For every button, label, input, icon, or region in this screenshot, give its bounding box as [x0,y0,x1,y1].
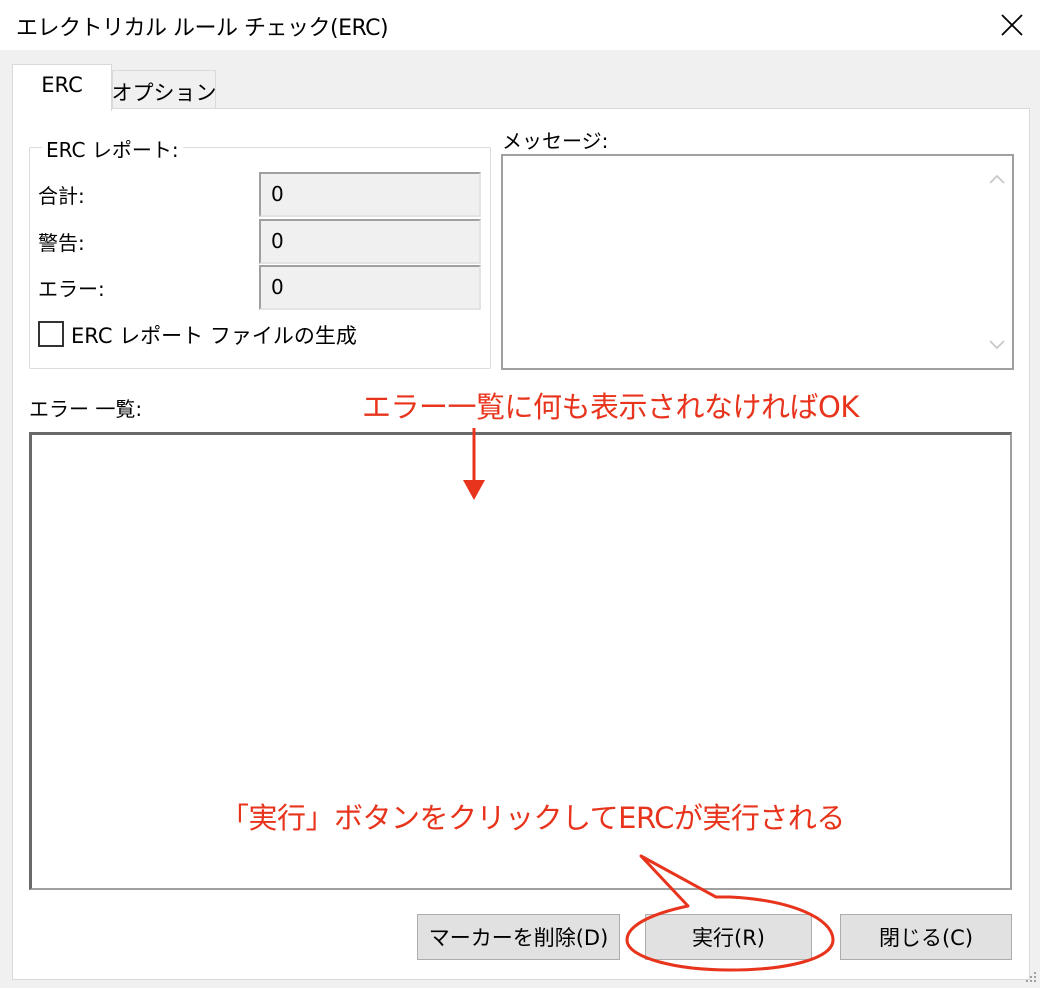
close-window-button[interactable] [984,0,1040,50]
delete-markers-button-label: マーカーを削除(D) [428,926,609,950]
tab-options[interactable]: オプション [111,70,217,110]
warnings-label: 警告: [38,231,85,255]
run-button[interactable]: 実行(R) [645,914,812,960]
close-button[interactable]: 閉じる(C) [840,914,1012,960]
messages-textbox[interactable] [501,154,1014,370]
scroll-up-icon[interactable] [982,164,1012,194]
close-icon [1001,14,1023,36]
resize-grip-icon[interactable] [1022,970,1038,986]
messages-label: メッセージ: [502,129,609,153]
close-button-label: 閉じる(C) [878,926,974,950]
total-label: 合計: [38,184,85,208]
errors-value: 0 [259,265,481,310]
total-value: 0 [259,172,481,217]
tab-options-label: オプション [111,81,217,105]
run-button-label: 実行(R) [692,926,765,950]
erc-report-group-label: ERC レポート: [42,134,183,163]
warnings-value: 0 [259,219,481,264]
generate-report-file-label[interactable]: ERC レポート ファイルの生成 [71,320,357,350]
errors-label: エラー: [38,277,105,301]
tab-erc-label: ERC [41,73,83,97]
run-annotation: 「実行」ボタンをクリックしてERCが実行される [220,801,845,835]
delete-markers-button[interactable]: マーカーを削除(D) [417,914,620,960]
generate-report-file-checkbox[interactable] [38,321,64,347]
scroll-down-icon[interactable] [982,330,1012,360]
error-list-label: エラー 一覧: [29,397,143,421]
tab-erc[interactable]: ERC [12,64,112,111]
messages-scrollbar[interactable] [982,156,1012,368]
error-list-annotation: エラー一覧に何も表示されなければOK [362,390,859,424]
window-title: エレクトリカル ルール チェック(ERC) [16,16,389,41]
